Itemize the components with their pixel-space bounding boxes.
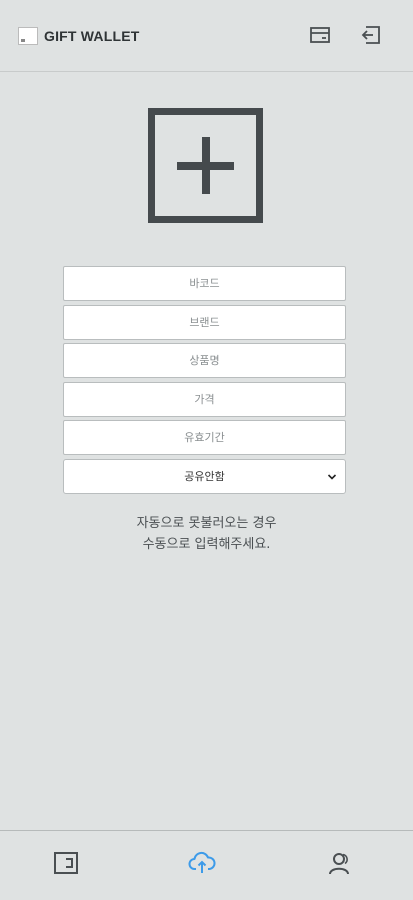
share-select-wrap: 공유안함 — [63, 458, 346, 494]
barcode-input[interactable] — [63, 266, 346, 301]
expiry-date-input[interactable] — [63, 420, 346, 455]
logout-icon[interactable] — [360, 24, 382, 46]
price-input[interactable] — [63, 381, 346, 417]
gift-form: 공유안함 — [63, 266, 346, 494]
card-icon[interactable] — [309, 24, 331, 46]
add-image-button[interactable] — [148, 108, 263, 223]
brand-input[interactable] — [63, 304, 346, 340]
bottom-nav — [0, 830, 413, 900]
chevron-down-icon — [327, 473, 337, 480]
wallet-icon[interactable] — [52, 849, 80, 877]
share-select-value: 공유안함 — [184, 470, 225, 483]
profile-icon[interactable] — [326, 849, 354, 877]
upload-icon[interactable] — [188, 849, 216, 877]
product-name-input[interactable] — [63, 343, 346, 378]
app-title: GIFT WALLET — [44, 28, 140, 44]
app-root: GIFT WALLET 공유안함 — [0, 0, 413, 900]
plus-icon-v — [202, 137, 210, 194]
notice-line-2: 수동으로 입력해주세요. — [142, 537, 271, 552]
logo[interactable]: GIFT WALLET — [18, 27, 140, 45]
manual-entry-notice: 자동으로 못불러오는 경우 수동으로 입력해주세요. — [0, 513, 413, 555]
share-select[interactable]: 공유안함 — [63, 458, 346, 494]
header: GIFT WALLET — [0, 0, 413, 72]
logo-image — [18, 27, 38, 45]
notice-line-1: 자동으로 못불러오는 경우 — [136, 516, 277, 531]
